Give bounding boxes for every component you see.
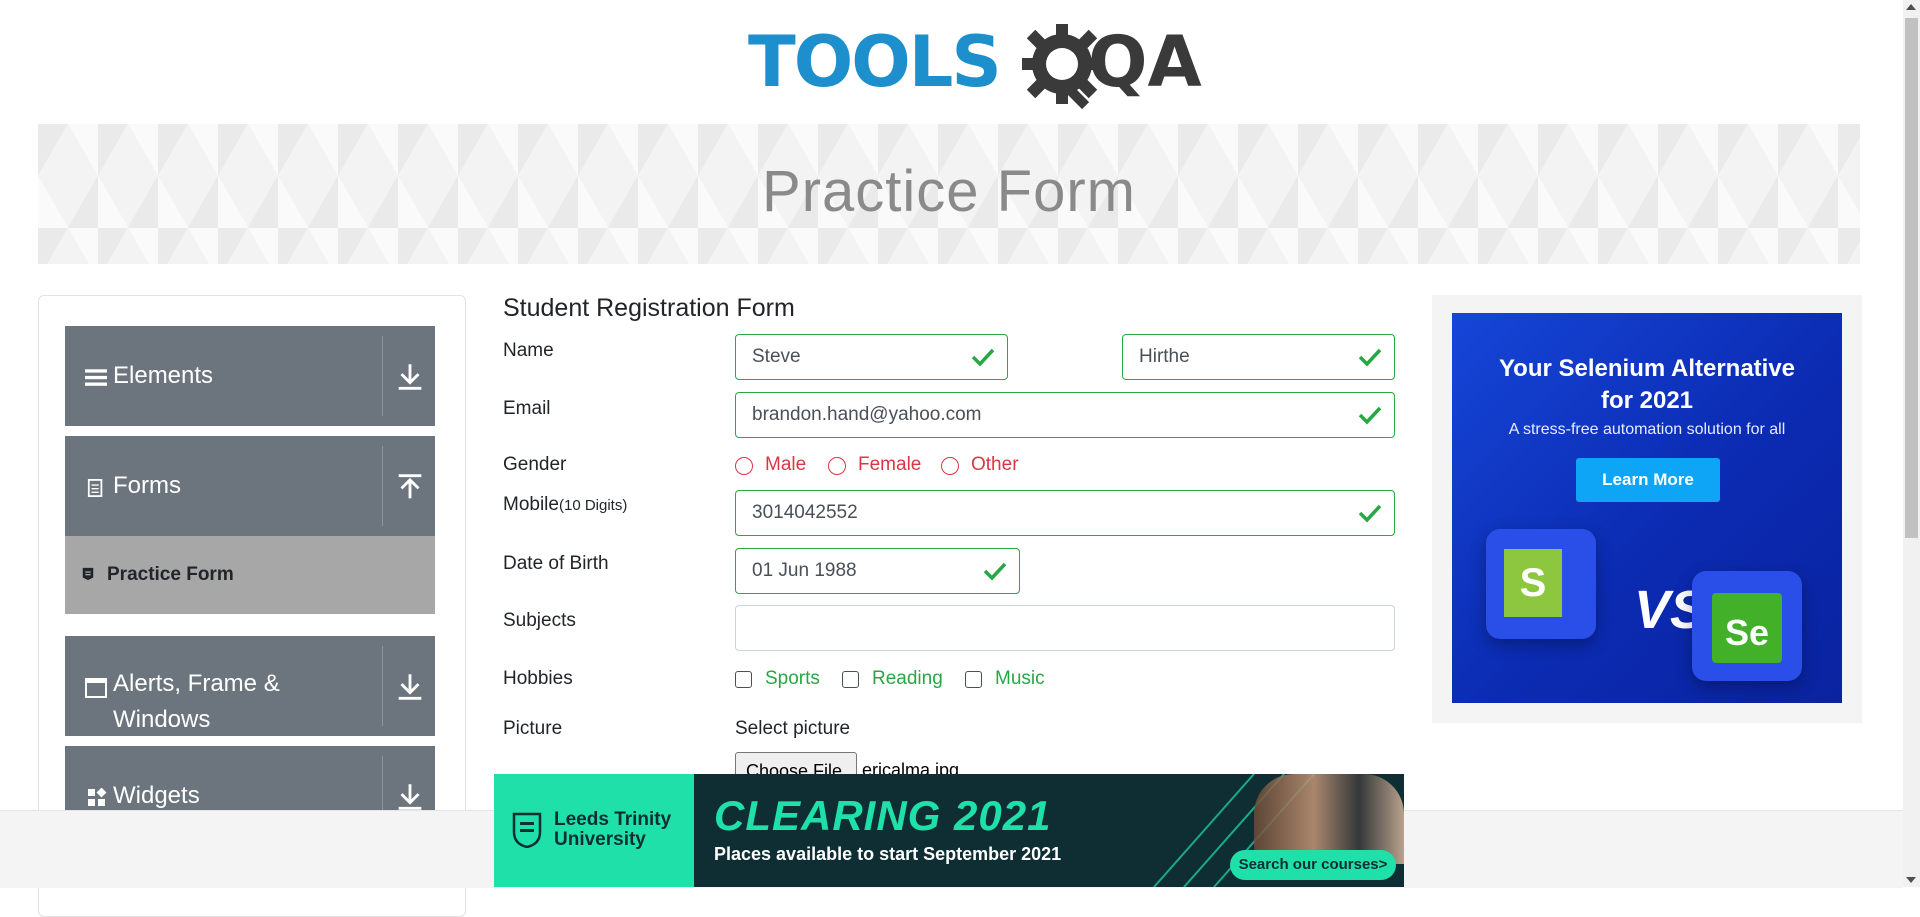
last-name-input[interactable]: Hirthe [1122,334,1395,380]
selenium-tile: Se [1692,571,1802,681]
logo-qa-text: QA [1088,21,1202,103]
radio-label: Male [765,454,807,475]
scroll-up-arrow[interactable] [1906,4,1916,10]
dob-label: Date of Birth [503,553,609,574]
picture-label: Picture [503,718,563,739]
name-label: Name [503,340,554,361]
mobile-hint: (10 Digits) [558,497,628,514]
dob-value: 01 Jun 1988 [752,560,857,581]
page-scrollbar[interactable] [1903,0,1920,887]
ad-subtitle: Places available to start September 2021 [714,844,1062,864]
first-name-input[interactable]: Steve [735,334,1008,380]
gender-label: Gender [503,454,567,475]
mobile-value: 3014042552 [752,502,858,523]
sidebar-group-label: Forms [113,472,181,499]
sidebar-group-label: Widgets [113,782,200,809]
mobile-label: Mobile(10 Digits) [503,494,627,516]
checkbox-label: Sports [765,668,820,689]
email-input[interactable]: brandon.hand@yahoo.com [735,392,1395,438]
checkbox-box[interactable] [842,671,859,688]
sidebar-group-label-line2: Windows [113,706,211,733]
sidebar-item-practice-form[interactable]: Practice Form [65,536,435,614]
email-value: brandon.hand@yahoo.com [752,404,982,425]
check-icon [1358,504,1382,523]
radio-label: Other [971,454,1019,475]
scroll-thumb[interactable] [1905,18,1918,538]
toolsqa-logo[interactable]: TOOLS QA [748,18,1202,116]
university-name-line1: Leeds Trinity [554,809,672,830]
checkbox-box[interactable] [965,671,982,688]
university-name: Leeds Trinity University [554,810,671,850]
email-label: Email [503,398,551,419]
first-name-value: Steve [752,346,801,367]
university-name-line2: University [554,829,646,850]
crest-icon [512,812,542,848]
search-courses-button[interactable]: Search our courses> [1230,850,1396,880]
ad-leeds-trinity-clearing[interactable]: Leeds Trinity University CLEARING 2021 P… [494,774,1404,887]
check-icon [1358,406,1382,425]
check-icon [1358,348,1382,367]
download-icon[interactable] [393,780,427,814]
dob-input[interactable]: 01 Jun 1988 [735,548,1020,594]
ad-headline: Your Selenium Alternative for 2021 [1498,355,1796,414]
page-banner: Practice Form [38,124,1860,264]
checkbox-box[interactable] [735,671,752,688]
radio-circle[interactable] [828,457,846,475]
ad-headline: CLEARING 2021 [714,792,1052,839]
menu-icon [85,369,107,386]
katalon-tile: S [1486,529,1596,639]
divider [382,336,383,416]
logo-tools-text: TOOLS [748,21,1002,103]
select-picture-label: Select picture [735,718,851,739]
form-title: Student Registration Form [503,294,795,322]
selenium-logo: Se [1712,593,1782,663]
document-icon [87,479,103,497]
sidebar-group-forms[interactable]: Forms [65,436,435,536]
katalon-logo: S [1504,549,1562,617]
subjects-label: Subjects [503,610,576,631]
radio-circle[interactable] [941,457,959,475]
widgets-icon [88,788,107,806]
download-icon[interactable] [393,670,427,704]
ad-selenium-alternative[interactable]: Your Selenium Alternative for 2021 A str… [1432,295,1862,723]
divider [382,646,383,726]
mobile-label-text: Mobile [503,494,559,515]
sidebar-group-alerts-frame-windows[interactable]: Alerts, Frame & Windows [65,636,435,736]
sidebar-group-elements[interactable]: Elements [65,326,435,426]
last-name-value: Hirthe [1139,346,1190,367]
hobbies-label: Hobbies [503,668,573,689]
subjects-input[interactable] [735,605,1395,651]
divider [382,446,383,526]
page-title: Practice Form [762,159,1136,224]
sidebar-group-label: Alerts, Frame & [113,670,280,697]
sidebar-item-label: Practice Form [107,564,234,585]
radio-circle[interactable] [735,457,753,475]
learn-more-button[interactable]: Learn More [1576,458,1720,502]
checkbox-label: Music [995,668,1045,689]
sidebar-group-label: Elements [113,362,214,389]
check-icon [971,348,995,367]
ad-subtitle: A stress-free automation solution for al… [1508,421,1786,438]
ad-university-panel: Leeds Trinity University [494,774,694,887]
mobile-input[interactable]: 3014042552 [735,490,1395,536]
checkbox-label: Reading [872,668,943,689]
radio-label: Female [858,454,922,475]
ad-image: Your Selenium Alternative for 2021 A str… [1452,313,1842,703]
download-icon[interactable] [393,360,427,394]
upload-icon[interactable] [393,470,427,504]
check-icon [983,562,1007,581]
form-icon [82,567,94,581]
scroll-down-arrow[interactable] [1906,877,1916,883]
window-icon [85,678,107,698]
